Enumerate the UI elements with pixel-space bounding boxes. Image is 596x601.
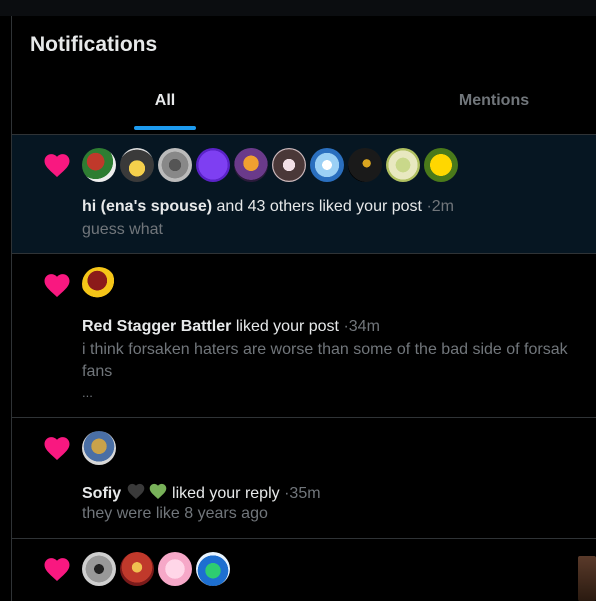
window-top-strip bbox=[0, 0, 596, 16]
notification-item[interactable]: Red Stagger Battler liked your post ·34m… bbox=[12, 254, 596, 418]
post-snippet-line: fans bbox=[82, 363, 113, 380]
liker-avatars bbox=[82, 148, 458, 182]
avatar[interactable] bbox=[82, 552, 116, 586]
timestamp: 2m bbox=[431, 198, 454, 215]
avatar[interactable] bbox=[82, 267, 116, 301]
avatar[interactable] bbox=[310, 148, 344, 182]
avatar[interactable] bbox=[82, 431, 116, 465]
heart-icon bbox=[44, 154, 70, 177]
page-header: Notifications bbox=[12, 16, 596, 70]
action-text: liked your reply bbox=[172, 485, 280, 502]
avatar[interactable] bbox=[424, 148, 458, 182]
post-snippet-line: i think forsaken haters are worse than s… bbox=[82, 341, 568, 358]
avatar[interactable] bbox=[348, 148, 382, 182]
notifications-page: Notifications All Mentions hi (ena's spo… bbox=[12, 16, 596, 601]
action-text: and 43 others liked your post bbox=[216, 198, 422, 215]
avatar[interactable] bbox=[120, 552, 154, 586]
black-heart-icon bbox=[127, 483, 166, 499]
notification-text: Sofiy liked your reply ·35m bbox=[82, 482, 321, 503]
action-text: liked your post bbox=[235, 318, 339, 335]
post-snippet-ellipsis: ... bbox=[82, 385, 93, 400]
actor-name[interactable]: hi (ena's spouse) bbox=[82, 198, 212, 215]
liker-avatars bbox=[82, 267, 116, 301]
notification-text: Red Stagger Battler liked your post ·34m bbox=[82, 318, 380, 336]
avatar[interactable] bbox=[158, 148, 192, 182]
notification-text: hi (ena's spouse) and 43 others liked yo… bbox=[82, 198, 454, 216]
overlay-thumbnail[interactable] bbox=[578, 556, 596, 601]
tab-all[interactable]: All bbox=[12, 69, 318, 133]
actor-name[interactable]: Sofiy bbox=[82, 485, 121, 502]
tab-mentions[interactable]: Mentions bbox=[318, 69, 596, 133]
avatar[interactable] bbox=[386, 148, 420, 182]
avatar[interactable] bbox=[196, 552, 230, 586]
post-snippet: guess what bbox=[82, 221, 163, 238]
timestamp: 34m bbox=[348, 318, 380, 335]
notification-item[interactable]: hi (ena's spouse) and 43 others liked yo… bbox=[12, 135, 596, 254]
actor-name[interactable]: Red Stagger Battler bbox=[82, 318, 231, 335]
timestamp: 35m bbox=[289, 485, 321, 502]
post-snippet: they were like 8 years ago bbox=[82, 505, 268, 522]
avatar[interactable] bbox=[82, 148, 116, 182]
liker-avatars bbox=[82, 431, 116, 465]
notification-item[interactable] bbox=[12, 539, 596, 601]
avatar[interactable] bbox=[120, 148, 154, 182]
notification-item[interactable]: Sofiy liked your reply ·35m they were li… bbox=[12, 418, 596, 539]
tab-bar: All Mentions bbox=[12, 70, 596, 135]
heart-icon bbox=[44, 558, 70, 581]
avatar[interactable] bbox=[272, 148, 306, 182]
avatar[interactable] bbox=[234, 148, 268, 182]
liker-avatars bbox=[82, 552, 230, 586]
active-tab-indicator bbox=[134, 126, 196, 130]
heart-icon bbox=[44, 437, 70, 460]
heart-icon bbox=[44, 274, 70, 297]
avatar[interactable] bbox=[158, 552, 192, 586]
page-title: Notifications bbox=[30, 33, 158, 56]
avatar[interactable] bbox=[196, 148, 230, 182]
